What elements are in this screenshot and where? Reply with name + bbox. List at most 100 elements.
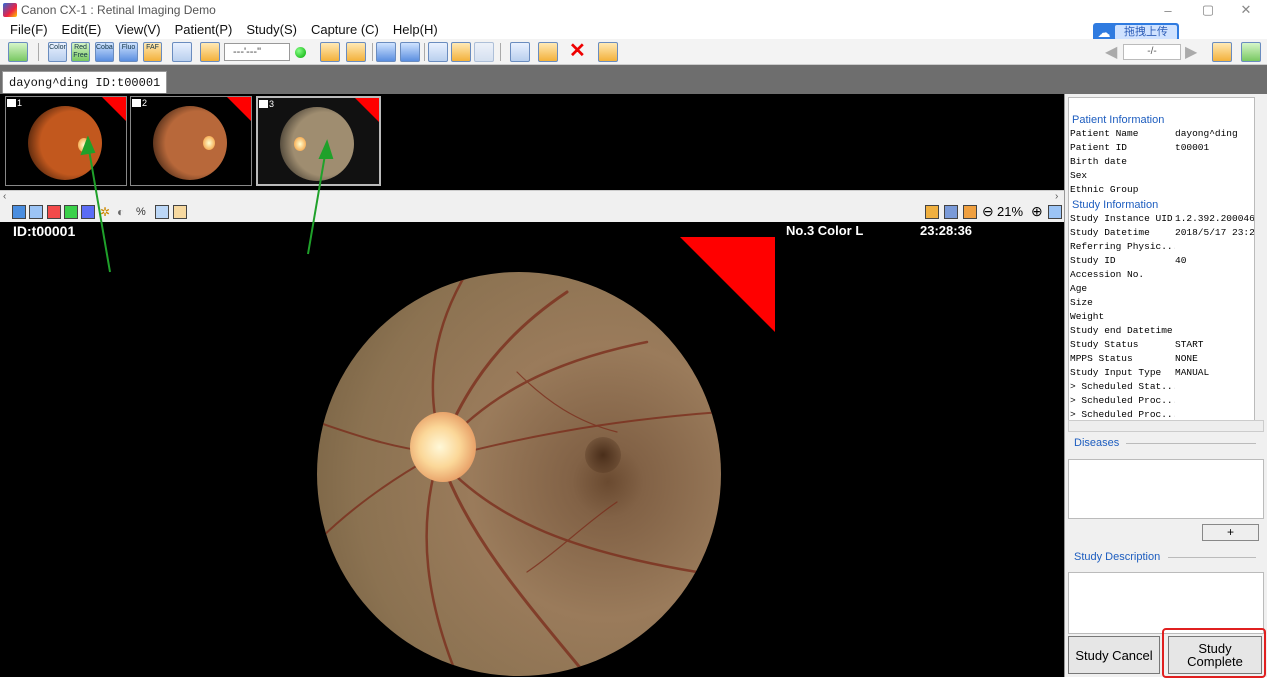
image-tools-icon[interactable] bbox=[598, 42, 618, 62]
property-value bbox=[1175, 240, 1254, 254]
mode-fluo-button[interactable]: Fluo bbox=[119, 42, 138, 62]
patient-info-rows: Patient Name dayong^ding Patient ID t00001 B… bbox=[1069, 127, 1254, 197]
window-title: Canon CX-1 : Retinal Imaging Demo bbox=[21, 3, 216, 17]
menu-bar: File(F) Edit(E) View(V) Patient(P) Study… bbox=[0, 20, 1267, 39]
report-icon[interactable] bbox=[538, 42, 558, 62]
diseases-list[interactable] bbox=[1068, 459, 1264, 519]
mode-cobalt-button[interactable]: Cobalt bbox=[95, 42, 114, 62]
patient-tab[interactable]: dayong^ding ID:t00001 bbox=[2, 71, 168, 93]
menu-capture[interactable]: Capture (C) bbox=[311, 22, 379, 37]
property-row[interactable]: Patient Name dayong^ding bbox=[1069, 127, 1254, 141]
fullscreen-icon[interactable] bbox=[963, 205, 977, 219]
layout-grid-icon[interactable] bbox=[12, 205, 26, 219]
thumbnail-scrollbar[interactable]: ‹ › bbox=[0, 190, 1064, 202]
property-row[interactable]: Patient ID t00001 bbox=[1069, 141, 1254, 155]
property-row[interactable]: Ethnic Group bbox=[1069, 183, 1254, 197]
fit-icon[interactable] bbox=[1048, 205, 1062, 219]
transfer-icon[interactable] bbox=[400, 42, 420, 62]
minimize-button[interactable]: – bbox=[1148, 0, 1188, 20]
print-icon[interactable] bbox=[510, 42, 530, 62]
property-row[interactable]: MPPS Status NONE bbox=[1069, 352, 1254, 366]
patient-list-icon[interactable] bbox=[8, 42, 28, 62]
property-row[interactable]: Accession No. bbox=[1069, 268, 1254, 282]
compare-icon[interactable] bbox=[428, 42, 448, 62]
search-icon[interactable] bbox=[376, 42, 396, 62]
add-disease-button[interactable]: + bbox=[1202, 524, 1259, 541]
zoom-in-icon[interactable]: ⊕ bbox=[1031, 204, 1045, 219]
magnifier-icon[interactable] bbox=[155, 205, 169, 219]
menu-view[interactable]: View(V) bbox=[115, 22, 160, 37]
fit-window-icon[interactable] bbox=[925, 205, 939, 219]
study-cancel-button[interactable]: Study Cancel bbox=[1068, 636, 1160, 674]
mode-redfree-button[interactable]: Red Free bbox=[71, 42, 90, 62]
menu-file[interactable]: File(F) bbox=[10, 22, 48, 37]
fundus-image[interactable] bbox=[317, 272, 721, 676]
mode-faf-button[interactable]: FAF bbox=[143, 42, 162, 62]
export-icon[interactable] bbox=[474, 42, 494, 62]
property-value: START bbox=[1175, 339, 1204, 350]
zoom-out-icon[interactable]: ⊖ bbox=[982, 204, 996, 219]
property-row[interactable]: Referring Physic... bbox=[1069, 240, 1254, 254]
property-value bbox=[1175, 324, 1254, 338]
image-pager: ◀ -/- ▶ bbox=[1105, 42, 1205, 62]
property-row[interactable]: Sex bbox=[1069, 169, 1254, 183]
import-icon[interactable] bbox=[1212, 42, 1232, 62]
layout-icon[interactable] bbox=[451, 42, 471, 62]
property-row[interactable]: Birth date bbox=[1069, 155, 1254, 169]
green-channel-icon[interactable] bbox=[64, 205, 78, 219]
property-row[interactable]: Age bbox=[1069, 282, 1254, 296]
property-row[interactable]: Study Datetime 2018/5/17 23:2 bbox=[1069, 226, 1254, 240]
thumbnail-1[interactable]: 1 bbox=[5, 96, 127, 186]
marker-triangle-icon bbox=[355, 98, 379, 122]
actual-size-icon[interactable] bbox=[944, 205, 958, 219]
next-arrow-icon[interactable]: ▶ bbox=[1185, 42, 1199, 62]
maximize-button[interactable]: ▢ bbox=[1188, 0, 1228, 20]
camera-icon[interactable] bbox=[200, 42, 220, 62]
property-row[interactable]: Weight bbox=[1069, 310, 1254, 324]
scroll-left-icon[interactable]: ‹ bbox=[3, 191, 6, 202]
contrast-icon[interactable]: ◐ bbox=[117, 205, 131, 219]
property-row[interactable]: > Scheduled Proc... bbox=[1069, 394, 1254, 408]
layout-single-icon[interactable] bbox=[29, 205, 43, 219]
properties-scrollbar[interactable] bbox=[1068, 420, 1264, 432]
property-key: Birth date bbox=[1070, 156, 1128, 167]
capture-settings-icon[interactable] bbox=[172, 42, 192, 62]
thumbnail-3[interactable]: 3 bbox=[256, 96, 381, 186]
property-value bbox=[1175, 183, 1254, 197]
thumbnail-number: 2 bbox=[132, 98, 147, 108]
property-row[interactable]: Size bbox=[1069, 296, 1254, 310]
study-complete-button[interactable]: Study Complete bbox=[1168, 636, 1262, 674]
property-key: Study Status bbox=[1070, 339, 1139, 350]
property-row[interactable]: Study Input Type MANUAL bbox=[1069, 366, 1254, 380]
enhance-icon[interactable]: ✲ bbox=[100, 205, 114, 219]
blue-channel-icon[interactable] bbox=[81, 205, 95, 219]
grid-view-icon[interactable] bbox=[320, 42, 340, 62]
menu-help[interactable]: Help(H) bbox=[393, 22, 438, 37]
hand-pan-icon[interactable] bbox=[173, 205, 187, 219]
property-row[interactable]: Study end Datetime bbox=[1069, 324, 1254, 338]
multi-grid-icon[interactable] bbox=[346, 42, 366, 62]
thumbnail-2[interactable]: 2 bbox=[130, 96, 252, 186]
exit-icon[interactable] bbox=[1241, 42, 1261, 62]
red-channel-icon[interactable] bbox=[47, 205, 61, 219]
property-row[interactable]: Study ID 40 bbox=[1069, 254, 1254, 268]
property-row[interactable]: Study Status START bbox=[1069, 338, 1254, 352]
close-window-button[interactable]: ✕ bbox=[1226, 0, 1266, 20]
prev-arrow-icon[interactable]: ◀ bbox=[1105, 42, 1119, 62]
thumbnail-number: 1 bbox=[7, 98, 22, 108]
menu-patient[interactable]: Patient(P) bbox=[175, 22, 233, 37]
zoom-level: 21% bbox=[997, 204, 1024, 219]
property-row[interactable]: > Scheduled Stat... bbox=[1069, 380, 1254, 394]
delete-icon[interactable]: ✕ bbox=[569, 41, 589, 61]
scroll-right-icon[interactable]: › bbox=[1055, 191, 1058, 202]
menu-edit[interactable]: Edit(E) bbox=[62, 22, 102, 37]
property-key: Study Instance UID bbox=[1070, 213, 1173, 224]
study-description-field[interactable] bbox=[1068, 572, 1264, 634]
mode-color-button[interactable]: Color bbox=[48, 42, 67, 62]
main-image-viewer[interactable]: ID:t00001 No.3 Color L 23:28:36 bbox=[0, 222, 1064, 677]
menu-study[interactable]: Study(S) bbox=[246, 22, 297, 37]
property-row[interactable]: Study Instance UID 1.2.392.200046 bbox=[1069, 212, 1254, 226]
property-value: 2018/5/17 23:2 bbox=[1175, 227, 1254, 238]
marker-triangle-icon bbox=[227, 97, 251, 121]
percent-icon[interactable]: % bbox=[136, 205, 150, 219]
